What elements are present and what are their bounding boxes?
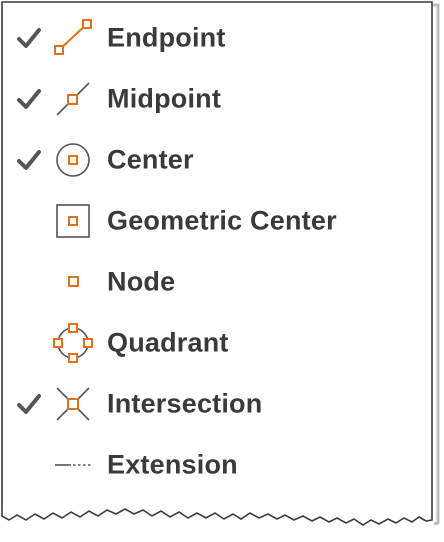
osnap-menu: Endpoint Midpoint Center Geometric Cente… <box>1 1 440 531</box>
checkmark-icon <box>15 24 43 52</box>
center-icon <box>51 138 95 182</box>
geometric-center-icon <box>51 199 95 243</box>
menu-item-label: Center <box>107 144 194 174</box>
menu-item-label: Geometric Center <box>107 205 337 235</box>
menu-item-label: Intersection <box>107 388 263 418</box>
quadrant-icon <box>51 321 95 365</box>
menu-item-extension[interactable]: Extension <box>1 434 431 495</box>
menu-item-label: Extension <box>107 449 238 479</box>
extension-icon <box>51 443 95 487</box>
menu-item-label: Endpoint <box>107 22 226 52</box>
menu-item-center[interactable]: Center <box>1 129 431 190</box>
menu-item-label: Node <box>107 266 176 296</box>
endpoint-icon <box>51 16 95 60</box>
intersection-icon <box>51 382 95 426</box>
midpoint-icon <box>51 77 95 121</box>
checkmark-icon <box>15 146 43 174</box>
menu-item-node[interactable]: Node <box>1 251 431 312</box>
menu-item-midpoint[interactable]: Midpoint <box>1 68 431 129</box>
node-icon <box>51 260 95 304</box>
menu-item-geometric-center[interactable]: Geometric Center <box>1 190 431 251</box>
menu-list: Endpoint Midpoint Center Geometric Cente… <box>1 7 431 495</box>
menu-item-label: Quadrant <box>107 327 229 357</box>
checkmark-icon <box>15 85 43 113</box>
menu-item-intersection[interactable]: Intersection <box>1 373 431 434</box>
menu-item-quadrant[interactable]: Quadrant <box>1 312 431 373</box>
checkmark-icon <box>15 390 43 418</box>
menu-item-label: Midpoint <box>107 83 222 113</box>
menu-item-endpoint[interactable]: Endpoint <box>1 7 431 68</box>
